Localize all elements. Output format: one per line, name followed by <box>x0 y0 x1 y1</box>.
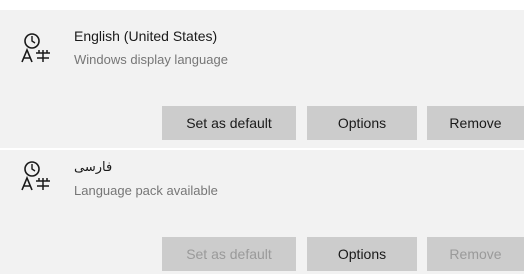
options-button[interactable]: Options <box>307 237 417 271</box>
set-as-default-button[interactable]: Set as default <box>162 237 296 271</box>
language-name: فارسی <box>74 159 113 174</box>
set-as-default-button[interactable]: Set as default <box>162 106 296 140</box>
language-status: Windows display language <box>74 52 228 67</box>
language-item-english[interactable]: English (United States) Windows display … <box>0 10 524 148</box>
options-button[interactable]: Options <box>307 106 417 140</box>
language-status: Language pack available <box>74 183 218 198</box>
language-name: English (United States) <box>74 28 218 44</box>
remove-button[interactable]: Remove <box>427 106 524 140</box>
language-icon <box>21 161 50 191</box>
language-item-persian[interactable]: فارسی Language pack available Set as def… <box>0 150 524 274</box>
language-icon <box>21 33 50 63</box>
remove-button[interactable]: Remove <box>427 237 524 271</box>
